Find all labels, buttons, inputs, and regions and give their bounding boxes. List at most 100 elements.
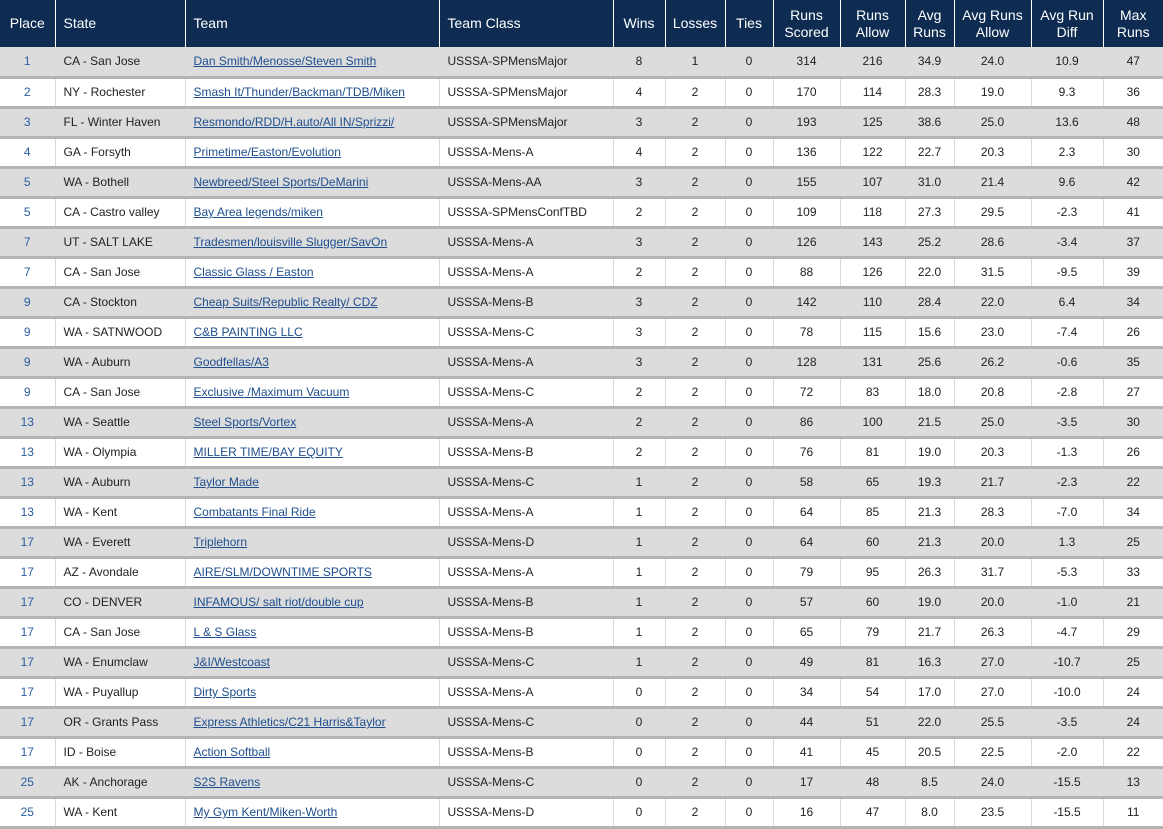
cell-avg-runs-allow: 28.6 [954,227,1032,259]
team-link[interactable]: MILLER TIME/BAY EQUITY [194,445,343,459]
table-row: 17 WA - Everett Triplehorn USSSA-Mens-D 1 2 0 6… [0,527,1163,559]
team-link[interactable]: Exclusive /Maximum Vacuum [194,385,350,399]
cell-avg-run-diff: -2.8 [1031,377,1104,409]
cell-losses: 2 [665,167,726,199]
cell-losses: 2 [665,317,726,349]
team-link[interactable]: Tradesmen/louisville Slugger/SavOn [194,235,388,249]
header-runs-allow[interactable]: Runs Allow [840,0,906,47]
table-row: 17 WA - Enumclaw J&I/Westcoast USSSA-Mens-C… [0,647,1163,679]
table-row: 5 CA - Castro valley Bay Area legends/mike… [0,197,1163,229]
header-team-class[interactable]: Team Class [439,0,614,47]
cell-max-runs: 33 [1103,557,1163,589]
cell-state: WA - Seattle [55,407,186,439]
cell-losses: 2 [665,77,726,109]
cell-losses: 2 [665,557,726,589]
cell-wins: 1 [613,557,666,589]
cell-avg-runs: 8.0 [905,797,955,829]
header-runs-scored[interactable]: Runs Scored [773,0,841,47]
cell-avg-run-diff: -3.5 [1031,707,1104,739]
team-link[interactable]: Resmondo/RDD/H.auto/All IN/Sprizzi/ [194,115,395,129]
cell-runs-allow: 47 [840,797,906,829]
team-link[interactable]: Cheap Suits/Republic Realty/ CDZ [194,295,378,309]
cell-avg-runs-allow: 27.0 [954,677,1032,709]
team-link[interactable]: L & S Glass [194,625,257,639]
cell-ties: 0 [725,437,774,469]
cell-max-runs: 24 [1103,707,1163,739]
cell-runs-allow: 114 [840,77,906,109]
cell-state: CA - San Jose [55,377,186,409]
cell-team-class: USSSA-SPMensMajor [439,107,614,139]
team-link[interactable]: Newbreed/Steel Sports/DeMarini [194,175,369,189]
cell-team: Steel Sports/Vortex [185,407,440,439]
team-link[interactable]: Smash It/Thunder/Backman/TDB/Miken [194,85,405,99]
cell-place: 7 [0,257,56,289]
team-link[interactable]: INFAMOUS/ salt riot/double cup [194,595,364,609]
cell-wins: 1 [613,587,666,619]
header-wins[interactable]: Wins [613,0,666,47]
cell-avg-runs: 22.7 [905,137,955,169]
cell-place: 7 [0,227,56,259]
team-link[interactable]: S2S Ravens [194,775,261,789]
cell-state: UT - SALT LAKE [55,227,186,259]
team-link[interactable]: C&B PAINTING LLC [194,325,303,339]
header-ties[interactable]: Ties [725,0,774,47]
team-link[interactable]: AIRE/SLM/DOWNTIME SPORTS [194,565,372,579]
cell-ties: 0 [725,707,774,739]
team-link[interactable]: Express Athletics/C21 Harris&Taylor [194,715,386,729]
cell-runs-allow: 100 [840,407,906,439]
cell-losses: 2 [665,407,726,439]
cell-avg-runs-allow: 20.3 [954,437,1032,469]
table-row: 7 CA - San Jose Classic Glass / Easton USSS… [0,257,1163,289]
cell-avg-run-diff: -10.0 [1031,677,1104,709]
cell-ties: 0 [725,257,774,289]
cell-runs-allow: 45 [840,737,906,769]
cell-team-class: USSSA-Mens-C [439,317,614,349]
team-link[interactable]: Dirty Sports [194,685,257,699]
team-link[interactable]: Classic Glass / Easton [194,265,314,279]
cell-runs-allow: 81 [840,647,906,679]
team-link[interactable]: Bay Area legends/miken [194,205,323,219]
cell-team-class: USSSA-Mens-D [439,527,614,559]
team-link[interactable]: Primetime/Easton/Evolution [194,145,341,159]
cell-runs-allow: 126 [840,257,906,289]
cell-runs-scored: 86 [773,407,841,439]
cell-max-runs: 13 [1103,767,1163,799]
cell-ties: 0 [725,467,774,499]
header-place[interactable]: Place [0,0,56,47]
cell-state: WA - Enumclaw [55,647,186,679]
header-losses[interactable]: Losses [665,0,726,47]
cell-losses: 2 [665,197,726,229]
cell-avg-run-diff: -10.7 [1031,647,1104,679]
header-state[interactable]: State [55,0,186,47]
cell-avg-runs-allow: 21.7 [954,467,1032,499]
team-link[interactable]: Taylor Made [194,475,259,489]
table-body: 1 CA - San Jose Dan Smith/Menosse/Steven S… [0,47,1163,829]
team-link[interactable]: My Gym Kent/Miken-Worth [194,805,338,819]
cell-losses: 2 [665,497,726,529]
cell-avg-runs-allow: 26.3 [954,617,1032,649]
cell-place: 17 [0,587,56,619]
cell-avg-runs: 20.5 [905,737,955,769]
team-link[interactable]: Steel Sports/Vortex [194,415,297,429]
team-link[interactable]: J&I/Westcoast [194,655,270,669]
header-avg-run-diff[interactable]: Avg Run Diff [1031,0,1104,47]
header-max-runs[interactable]: Max Runs [1103,0,1163,47]
team-link[interactable]: Combatants Final Ride [194,505,316,519]
cell-wins: 2 [613,437,666,469]
team-link[interactable]: Goodfellas/A3 [194,355,269,369]
cell-runs-allow: 122 [840,137,906,169]
cell-losses: 2 [665,737,726,769]
team-link[interactable]: Triplehorn [194,535,248,549]
cell-team: Cheap Suits/Republic Realty/ CDZ [185,287,440,319]
header-avg-runs[interactable]: Avg Runs [905,0,955,47]
table-row: 9 CA - Stockton Cheap Suits/Republic Realt… [0,287,1163,319]
cell-ties: 0 [725,527,774,559]
header-team[interactable]: Team [185,0,440,47]
cell-losses: 2 [665,287,726,319]
cell-place: 9 [0,347,56,379]
table-row: 3 FL - Winter Haven Resmondo/RDD/H.auto/Al… [0,107,1163,139]
cell-max-runs: 37 [1103,227,1163,259]
header-avg-runs-allow[interactable]: Avg Runs Allow [954,0,1032,47]
team-link[interactable]: Dan Smith/Menosse/Steven Smith [194,54,377,68]
team-link[interactable]: Action Softball [194,745,271,759]
